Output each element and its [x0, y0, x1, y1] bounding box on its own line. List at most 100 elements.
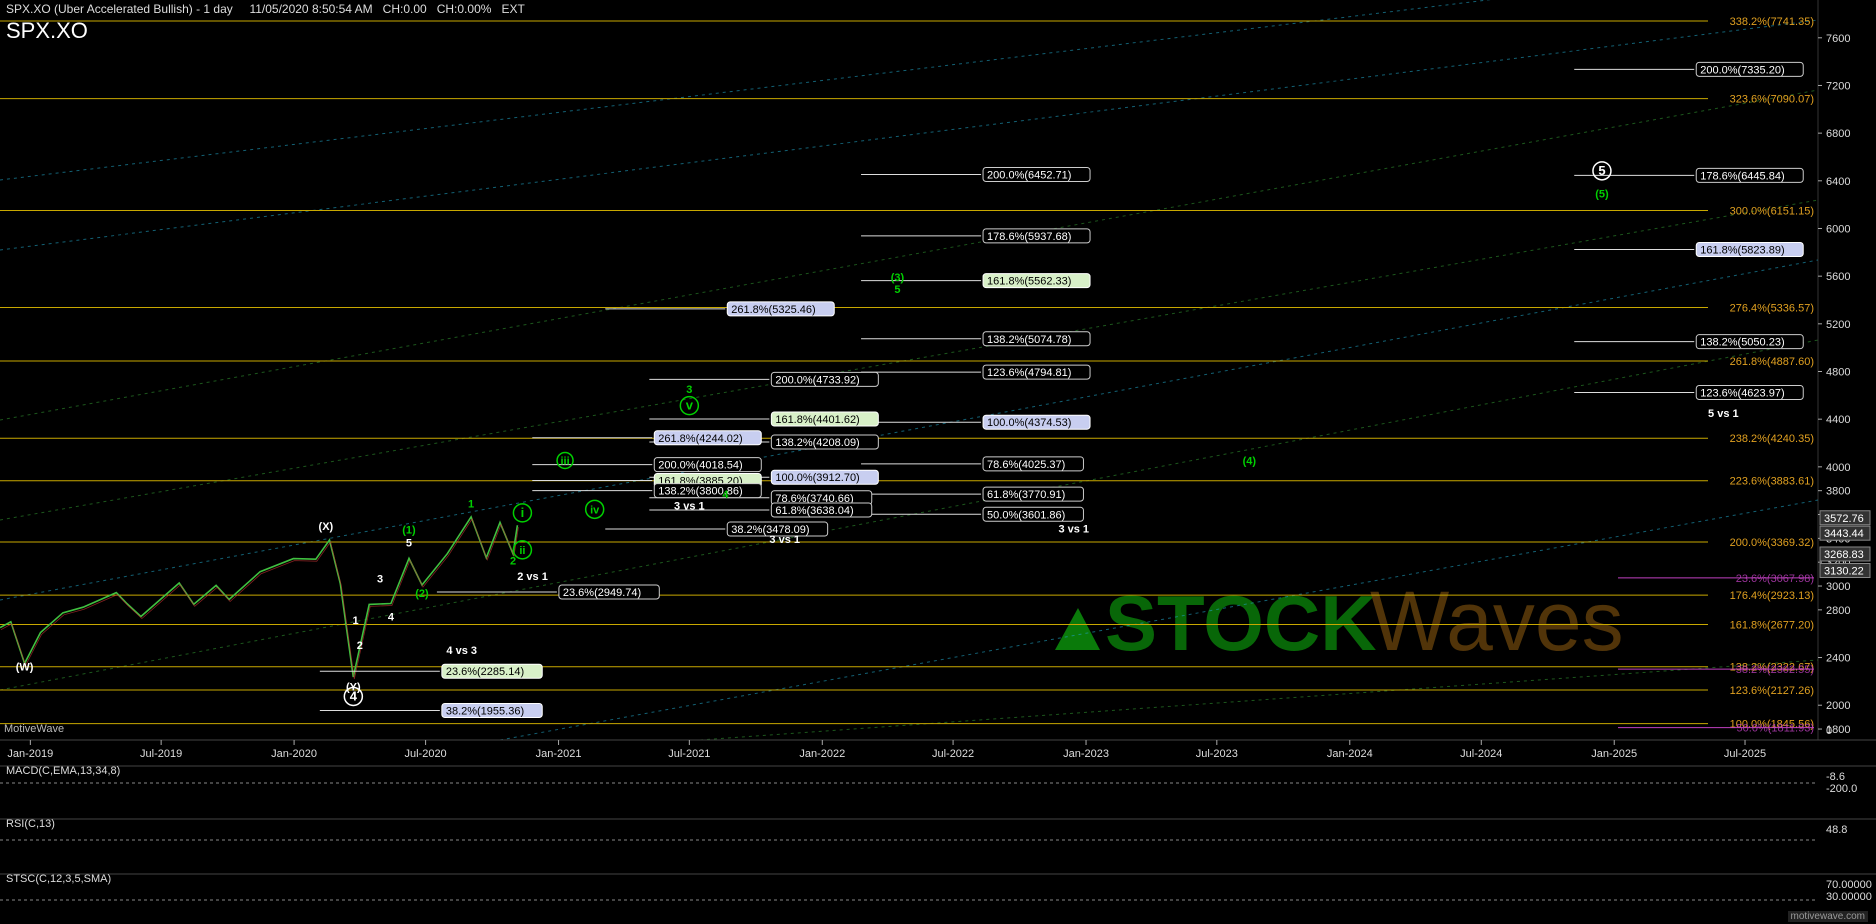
- fib-target-label: 123.6%(4623.97): [1700, 387, 1784, 399]
- y-axis-tick-label: 6800: [1826, 128, 1850, 140]
- indicator-axis-label: 70.00000: [1826, 879, 1872, 891]
- price-chart[interactable]: STOCKWaves 338.2%(7741.35) 323.6%(7090.07)…: [0, 0, 1876, 924]
- y-axis-tick-label: 2000: [1826, 700, 1850, 712]
- wave-label: 5: [1598, 163, 1605, 178]
- fib-target-label: 138.2%(3800.86): [658, 486, 742, 498]
- purple-level-label: 38.2%(2302.55): [1736, 664, 1814, 676]
- wave-label: (4): [1243, 455, 1257, 467]
- wave-label: 2 vs 1: [517, 571, 548, 583]
- x-axis-tick-label: Jan-2024: [1327, 748, 1373, 760]
- fib-target-label: 138.2%(4208.09): [775, 437, 859, 449]
- y-axis-tick-label: 3000: [1826, 581, 1850, 593]
- fib-target-label: 61.8%(3770.91): [987, 489, 1065, 501]
- wave-label: 5: [406, 538, 412, 550]
- wave-label: 4: [388, 612, 395, 624]
- y-axis-tick-label: 6000: [1826, 223, 1850, 235]
- fib-target-label: 138.2%(5074.78): [987, 334, 1071, 346]
- y-axis-tick-label: 4800: [1826, 367, 1850, 379]
- current-price-label: 3268.83: [1824, 549, 1864, 561]
- wave-label: 4 vs 3: [446, 645, 477, 657]
- fib-target-label: 200.0%(4018.54): [658, 460, 742, 472]
- wave-label: i: [521, 505, 525, 520]
- fib-target-label: 61.8%(3638.04): [775, 505, 853, 517]
- y-axis-zero-label: 0: [1826, 725, 1832, 737]
- fib-target-label: 38.2%(1955.36): [446, 706, 524, 718]
- x-axis-tick-label: Jul-2021: [668, 748, 710, 760]
- stockwaves-logo-text: STOCK: [1105, 579, 1377, 667]
- wave-label: (X): [319, 521, 334, 533]
- fib-target-label: 123.6%(4794.81): [987, 367, 1071, 379]
- fib-level-label: 223.6%(3883.61): [1730, 476, 1814, 488]
- fib-target-label: 161.8%(5562.33): [987, 276, 1071, 288]
- fib-target-label: 200.0%(7335.20): [1700, 64, 1784, 76]
- chart-change: CH:0.00: [382, 2, 427, 16]
- wave-label: 2: [510, 556, 516, 568]
- fib-level-label: 261.8%(4887.60): [1730, 356, 1814, 368]
- y-axis-tick-label: 5200: [1826, 319, 1850, 331]
- x-axis-tick-label: Jan-2022: [799, 748, 845, 760]
- chart-change-pct: CH:0.00%: [436, 2, 492, 16]
- current-price-label: 3130.22: [1824, 566, 1864, 578]
- wave-label: 4: [350, 688, 358, 703]
- indicator-axis-label: -200.0: [1826, 783, 1857, 795]
- fib-level-label: 338.2%(7741.35): [1730, 16, 1814, 28]
- symbol-label: SPX.XO: [6, 18, 88, 43]
- wave-label: (2): [415, 588, 429, 600]
- indicator-name: STSC(C,12,3,5,SMA): [6, 873, 111, 885]
- wave-label: 2: [357, 640, 363, 652]
- y-axis-tick-label: 4000: [1826, 462, 1850, 474]
- y-axis-tick-label: 6400: [1826, 176, 1850, 188]
- fib-level-label: 176.4%(2923.13): [1730, 590, 1814, 602]
- y-axis-tick-label: 7600: [1826, 33, 1850, 45]
- fib-target-label: 50.0%(3601.86): [987, 509, 1065, 521]
- indicator-axis-label: -8.6: [1826, 771, 1845, 783]
- fib-level-label: 123.6%(2127.26): [1730, 685, 1814, 697]
- x-axis-tick-label: Jul-2022: [932, 748, 974, 760]
- fib-level-label: 161.8%(2677.20): [1730, 619, 1814, 631]
- wave-label: 3 vs 1: [769, 534, 800, 546]
- x-axis-tick-label: Jan-2023: [1063, 748, 1109, 760]
- x-axis-tick-label: Jan-2021: [536, 748, 582, 760]
- wave-label: 3 vs 1: [1058, 523, 1089, 535]
- platform-label: MotiveWave: [4, 723, 65, 735]
- purple-level-label: 23.6%(3067.98): [1736, 573, 1814, 585]
- y-axis-tick-label: 2400: [1826, 653, 1850, 665]
- wave-label: 3: [686, 384, 692, 396]
- y-axis-tick-label: 7200: [1826, 80, 1850, 92]
- indicator-name: MACD(C,EMA,13,34,8): [6, 765, 120, 777]
- wave-label: (W): [16, 662, 34, 674]
- fib-target-label: 100.0%(3912.70): [775, 472, 859, 484]
- wave-label: (1): [402, 525, 416, 537]
- fib-target-label: 161.8%(4401.62): [775, 414, 859, 426]
- x-axis-tick-label: Jul-2023: [1196, 748, 1238, 760]
- wave-label: (5): [1595, 188, 1609, 200]
- current-price-label: 3443.44: [1824, 528, 1864, 540]
- x-axis-tick-label: Jul-2020: [404, 748, 446, 760]
- y-axis-tick-label: 5600: [1826, 271, 1850, 283]
- indicator-name: RSI(C,13): [6, 818, 55, 830]
- fib-level-label: 300.0%(6151.15): [1730, 205, 1814, 217]
- stockwaves-logo-text: Waves: [1370, 574, 1624, 668]
- wave-label: 1: [468, 498, 474, 510]
- fib-level-label: 238.2%(4240.35): [1730, 433, 1814, 445]
- fib-target-label: 178.6%(5937.68): [987, 231, 1071, 243]
- fib-level-label: 323.6%(7090.07): [1730, 94, 1814, 106]
- y-axis-tick-label: 4400: [1826, 414, 1850, 426]
- y-axis-tick-label: 3800: [1826, 486, 1850, 498]
- chart-header: SPX.XO (Uber Accelerated Bullish) - 1 da…: [6, 2, 525, 16]
- wave-label: iv: [590, 504, 600, 516]
- indicator-axis-label: 30.00000: [1826, 891, 1872, 903]
- fib-target-label: 178.6%(6445.84): [1700, 170, 1784, 182]
- x-axis-tick-label: Jul-2024: [1460, 748, 1502, 760]
- wave-label: v: [686, 398, 694, 413]
- x-axis-tick-label: Jul-2019: [140, 748, 182, 760]
- fib-target-label: 78.6%(4025.37): [987, 459, 1065, 471]
- fib-target-label: 200.0%(4733.92): [775, 374, 859, 386]
- wave-label: 3: [377, 573, 383, 585]
- chart-title: SPX.XO (Uber Accelerated Bullish) - 1 da…: [6, 2, 233, 16]
- x-axis-tick-label: Jan-2025: [1591, 748, 1637, 760]
- current-price-label: 3572.76: [1824, 513, 1864, 525]
- chart-timestamp: 11/05/2020 8:50:54 AM: [249, 2, 373, 16]
- fib-target-label: 100.0%(4374.53): [987, 417, 1071, 429]
- x-axis-tick-label: Jul-2025: [1724, 748, 1766, 760]
